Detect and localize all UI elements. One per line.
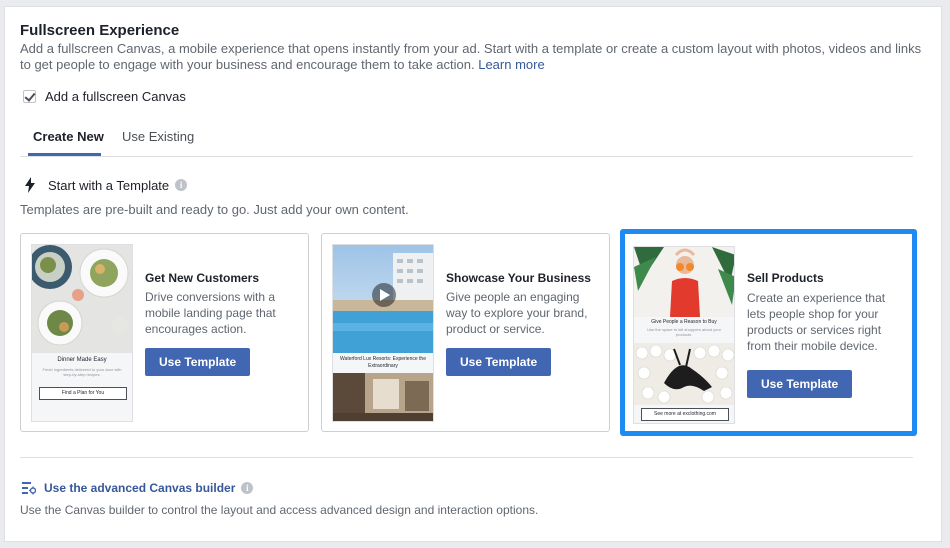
tab-create-new[interactable]: Create New [33,129,104,144]
advanced-builder-heading[interactable]: Use the advanced Canvas builder i [22,481,254,495]
tab-bar: Create New Use Existing [20,119,913,157]
bolt-icon [25,177,35,193]
description-text: Add a fullscreen Canvas, a mobile experi… [20,41,922,72]
fullscreen-canvas-checkbox-row[interactable]: Add a fullscreen Canvas [23,89,186,104]
info-icon[interactable]: i [175,179,188,191]
template-card-get-new-customers[interactable]: Dinner Made Easy Fresh ingredients deliv… [20,233,309,432]
use-template-button[interactable]: Use Template [446,348,552,376]
thumb-body: Use the space to tell shoppers about you… [647,327,721,337]
shoe-image [634,343,734,405]
use-template-button[interactable]: Use Template [145,348,251,376]
resort-image [333,245,433,353]
template-heading: Start with a Template [48,177,170,193]
interior-image [333,373,433,421]
card-text: Drive conversions with a mobile landing … [145,290,276,336]
advanced-builder-subtext: Use the Canvas builder to control the la… [20,503,539,517]
template-section-heading: Start with a Template i [24,177,188,193]
checkbox-label[interactable]: Add a fullscreen Canvas [45,89,186,104]
template-subtext: Templates are pre-built and ready to go.… [20,202,409,217]
template-card-showcase-business[interactable]: Waterford Lux Resorts: Experience the Ex… [321,233,610,432]
section-description: Add a fullscreen Canvas, a mobile experi… [20,41,930,73]
divider [20,457,913,458]
learn-more-link[interactable]: Learn more [478,57,544,72]
food-image [32,245,132,353]
active-tab-indicator [28,153,101,156]
card-title: Get New Customers [145,271,260,285]
section-title: Fullscreen Experience [20,22,180,39]
product-image [634,247,734,317]
thumb-caption: Waterford Lux Resorts: Experience the Ex… [340,356,426,369]
advanced-builder-link[interactable]: Use the advanced Canvas builder [44,481,235,495]
template-thumbnail: Give People a Reason to Buy Use the spac… [633,246,735,424]
card-title: Sell Products [747,271,824,285]
template-thumbnail: Waterford Lux Resorts: Experience the Ex… [332,244,434,422]
use-template-button[interactable]: Use Template [747,370,853,398]
tab-use-existing[interactable]: Use Existing [122,129,194,144]
thumb-cta: See more at exclothing.com [641,408,729,421]
thumb-caption: Dinner Made Easy [57,357,107,363]
template-thumbnail: Dinner Made Easy Fresh ingredients deliv… [31,244,133,422]
card-text: Give people an engaging way to explore y… [446,290,588,336]
thumb-cta: Find a Plan for You [39,387,127,400]
fullscreen-experience-panel: Fullscreen Experience Add a fullscreen C… [4,6,942,542]
canvas-builder-icon [22,482,36,495]
check-icon[interactable] [23,90,36,103]
thumb-body: Fresh ingredients delivered to your door… [42,367,122,377]
template-card-sell-products[interactable]: Give People a Reason to Buy Use the spac… [620,229,917,436]
thumb-caption: Give People a Reason to Buy [651,319,717,325]
card-title: Showcase Your Business [446,271,591,285]
card-text: Create an experience that lets people sh… [747,291,886,353]
info-icon[interactable]: i [241,482,254,494]
